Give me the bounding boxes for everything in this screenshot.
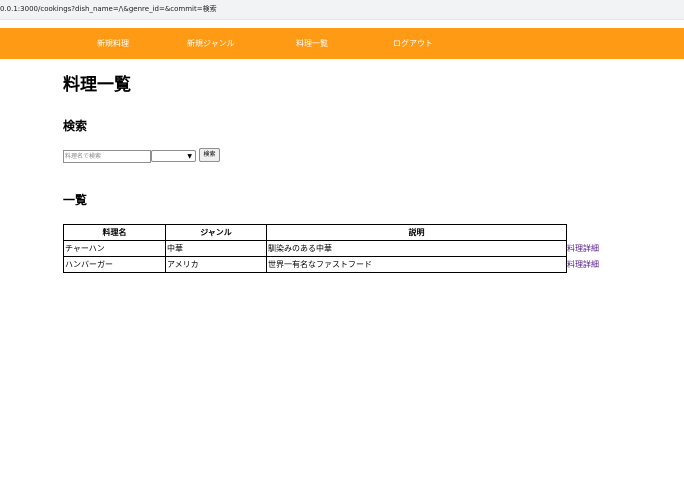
cell-description: 馴染みのある中華 xyxy=(266,240,567,257)
url-text[interactable]: 0.0.1:3000/cookings?dish_name=/\&genre_i… xyxy=(0,5,217,13)
cell-genre: 中華 xyxy=(165,240,267,257)
cell-dish-name: ハンバーガー xyxy=(63,256,166,273)
cell-genre: アメリカ xyxy=(165,256,267,273)
nav-dish-list-link[interactable]: 料理一覧 xyxy=(296,28,328,59)
list-heading: 一覧 xyxy=(63,193,88,207)
page-title: 料理一覧 xyxy=(63,75,131,95)
cell-description: 世界一有名なファストフード xyxy=(266,256,567,273)
table-header-row: 料理名 ジャンル 説明 xyxy=(63,224,600,241)
search-heading: 検索 xyxy=(63,119,88,133)
dish-table: 料理名 ジャンル 説明 チャーハン 中華 馴染みのある中華 料理詳細 ハンバーガ… xyxy=(63,224,600,273)
nav-logout-link[interactable]: ログアウト xyxy=(393,28,433,59)
search-button[interactable]: 検索 xyxy=(199,148,220,162)
navbar: 新規料理 新規ジャンル 料理一覧 ログアウト xyxy=(0,28,684,59)
column-header-dish-name: 料理名 xyxy=(63,224,166,241)
nav-new-genre-link[interactable]: 新規ジャンル xyxy=(187,28,235,59)
nav-new-dish-link[interactable]: 新規料理 xyxy=(97,28,129,59)
cell-dish-name: チャーハン xyxy=(63,240,166,257)
cell-detail: 料理詳細 xyxy=(567,241,600,257)
dish-detail-link[interactable]: 料理詳細 xyxy=(567,244,599,253)
cell-detail: 料理詳細 xyxy=(567,257,600,273)
dish-detail-link[interactable]: 料理詳細 xyxy=(567,260,599,269)
table-row: チャーハン 中華 馴染みのある中華 料理詳細 xyxy=(63,240,600,257)
genre-select[interactable]: ▼ xyxy=(151,150,196,162)
address-bar[interactable]: 0.0.1:3000/cookings?dish_name=/\&genre_i… xyxy=(0,0,684,20)
chevron-down-icon: ▼ xyxy=(187,153,192,160)
column-header-genre: ジャンル xyxy=(165,224,267,241)
dish-name-search-input[interactable] xyxy=(63,150,151,163)
column-header-description: 説明 xyxy=(266,224,567,241)
table-row: ハンバーガー アメリカ 世界一有名なファストフード 料理詳細 xyxy=(63,256,600,273)
